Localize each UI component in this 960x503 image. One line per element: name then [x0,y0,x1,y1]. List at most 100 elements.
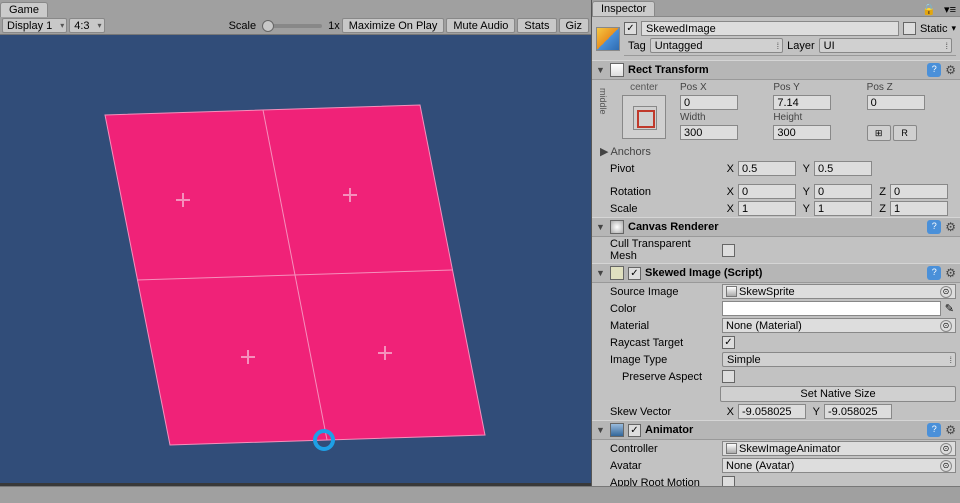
material-label: Material [610,320,720,332]
source-image-label: Source Image [610,286,720,298]
anchors-label: Anchors [610,146,650,158]
source-image-field[interactable]: SkewSprite⊙ [722,284,956,299]
help-icon[interactable]: ? [927,63,941,77]
game-viewport [0,35,591,503]
help-icon[interactable]: ? [927,266,941,280]
display-dropdown[interactable]: Display 1 [2,18,67,33]
preserve-aspect-checkbox[interactable] [722,370,735,383]
width-label: Width [680,112,767,123]
stats-toggle[interactable]: Stats [517,18,556,33]
sprite-icon [726,286,737,297]
skew-y-field[interactable] [824,404,892,419]
panel-menu-icon[interactable]: ▾≡ [940,3,960,16]
object-picker-icon[interactable]: ⊙ [940,460,952,472]
foldout-icon[interactable]: ▼ [596,222,606,232]
rot-z-field[interactable] [890,184,948,199]
foldout-icon[interactable]: ▼ [596,65,606,75]
anchor-preset-button[interactable] [622,95,666,139]
lock-icon[interactable]: 🔒 [918,3,940,16]
gear-icon[interactable]: ⚙ [945,266,956,280]
game-toolbar: Display 1 4:3 Scale 1x Maximize On Play … [0,17,591,35]
controller-field[interactable]: SkewImageAnimator⊙ [722,441,956,456]
color-field[interactable] [722,301,941,316]
rotation-label: Rotation [610,186,720,198]
controller-label: Controller [610,443,720,455]
scale-label: Scale [610,203,720,215]
scale-slider[interactable] [262,24,322,28]
layer-dropdown[interactable]: UI [819,38,952,53]
scale-z-field[interactable] [890,201,948,216]
game-tab-bar: Game [0,0,591,17]
static-dropdown-icon[interactable]: ▾ [951,23,956,34]
object-picker-icon[interactable]: ⊙ [940,443,952,455]
blueprint-mode-button[interactable]: ⊞ [867,125,891,141]
inspector-panel: Inspector 🔒 ▾≡ Static ▾ Tag Untagged Lay… [591,0,960,503]
game-panel: Game Display 1 4:3 Scale 1x Maximize On … [0,0,591,503]
scale-value: 1x [328,20,340,32]
foldout-icon[interactable]: ▼ [596,425,606,435]
status-bar [0,486,960,503]
skewed-enable-checkbox[interactable] [628,267,641,280]
skew-x-field[interactable] [738,404,806,419]
cull-label: Cull Transparent Mesh [610,238,720,262]
game-tab[interactable]: Game [0,2,48,17]
image-type-dropdown[interactable]: Simple [722,352,956,367]
canvas-renderer-icon [610,220,624,234]
static-label: Static [920,23,948,35]
static-checkbox[interactable] [903,22,916,35]
pivot-x-field[interactable] [738,161,796,176]
rot-x-field[interactable] [738,184,796,199]
posy-field[interactable] [773,95,831,110]
inspector-tab-bar: Inspector 🔒 ▾≡ [592,0,960,17]
object-name-field[interactable] [641,21,899,36]
posz-field[interactable] [867,95,925,110]
mute-toggle[interactable]: Mute Audio [446,18,515,33]
tag-label: Tag [628,40,646,52]
pivot-y-field[interactable] [814,161,872,176]
gear-icon[interactable]: ⚙ [945,423,956,437]
canvas-renderer-title: Canvas Renderer [628,221,923,233]
inspector-tab[interactable]: Inspector [592,1,655,16]
pivot-label: Pivot [610,163,720,175]
object-picker-icon[interactable]: ⊙ [940,286,952,298]
color-label: Color [610,303,720,315]
rect-transform-icon [610,63,624,77]
rot-y-field[interactable] [814,184,872,199]
aspect-dropdown[interactable]: 4:3 [69,18,104,33]
foldout-icon[interactable]: ▼ [596,268,606,278]
avatar-label: Avatar [610,460,720,472]
maximize-toggle[interactable]: Maximize On Play [342,18,445,33]
posx-field[interactable] [680,95,738,110]
tag-dropdown[interactable]: Untagged [650,38,783,53]
set-native-size-button[interactable]: Set Native Size [720,386,956,402]
layer-label: Layer [787,40,815,52]
canvas-renderer-header[interactable]: ▼ Canvas Renderer ? ⚙ [592,217,960,237]
rect-transform-header[interactable]: ▼ Rect Transform ? ⚙ [592,60,960,80]
gear-icon[interactable]: ⚙ [945,63,956,77]
scale-x-field[interactable] [738,201,796,216]
help-icon[interactable]: ? [927,220,941,234]
raw-edit-button[interactable]: R [893,125,917,141]
cull-checkbox[interactable] [722,244,735,257]
animator-enable-checkbox[interactable] [628,424,641,437]
help-icon[interactable]: ? [927,423,941,437]
eyedropper-icon[interactable]: ✎ [943,302,956,315]
material-field[interactable]: None (Material)⊙ [722,318,956,333]
object-picker-icon[interactable]: ⊙ [940,320,952,332]
anchor-h-label: center [614,82,674,93]
active-checkbox[interactable] [624,22,637,35]
height-label: Height [773,112,860,123]
image-type-label: Image Type [610,354,720,366]
anchors-foldout[interactable]: ▶ [600,145,608,158]
width-field[interactable] [680,125,738,140]
gear-icon[interactable]: ⚙ [945,220,956,234]
avatar-field[interactable]: None (Avatar)⊙ [722,458,956,473]
skewed-image-header[interactable]: ▼ Skewed Image (Script) ? ⚙ [592,263,960,283]
scale-y-field[interactable] [814,201,872,216]
gizmos-toggle[interactable]: Giz [559,18,590,33]
raycast-checkbox[interactable] [722,336,735,349]
animator-header[interactable]: ▼ Animator ? ⚙ [592,420,960,440]
gameobject-icon[interactable] [596,27,620,51]
height-field[interactable] [773,125,831,140]
preserve-aspect-label: Preserve Aspect [622,371,720,383]
